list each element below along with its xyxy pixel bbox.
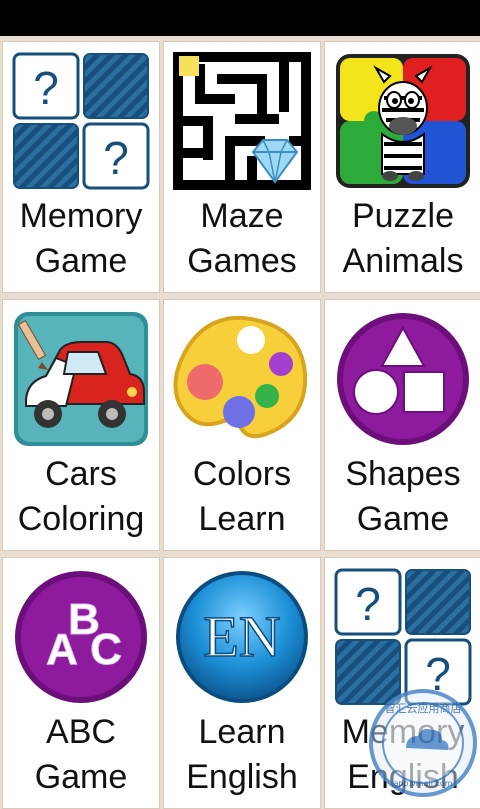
maze-icon [173,52,311,190]
tile-colors-learn[interactable]: Colors Learn [163,299,321,551]
svg-text:app.vmall.com: app.vmall.com [393,779,452,788]
tile-puzzle-animals[interactable]: Puzzle Animals [324,41,480,293]
tile-label: Maze Games [187,197,297,280]
tile-memory-game[interactable]: ? ? Memory Game [2,41,160,293]
shapes-icon [334,310,472,448]
tile-label: Memory Game [19,197,143,280]
svg-text:智汇云应用商店: 智汇云应用商店 [385,701,462,715]
palette-icon [173,310,311,448]
svg-text:C: C [90,625,122,674]
games-grid: ? ? Memory Game Maze Games Puzzle Animal… [0,36,480,809]
svg-text:EN: EN [203,604,280,669]
tile-abc-game[interactable]: A B C ABC Game [2,557,160,809]
tile-maze-games[interactable]: Maze Games [163,41,321,293]
watermark-badge: 智汇云应用商店 app.vmall.com [368,688,478,798]
car-coloring-icon [12,310,150,448]
en-icon: EN [173,568,311,706]
memory-cards-icon: ? ? [334,568,472,706]
tile-learn-english[interactable]: EN Learn English [163,557,321,809]
tile-label: Shapes Game [345,455,461,538]
tile-label: Colors Learn [192,455,292,538]
tile-label: Cars Coloring [17,455,145,538]
memory-cards-icon: ? ? [12,52,150,190]
svg-text:?: ? [33,62,59,114]
abc-icon: A B C [12,568,150,706]
status-bar [0,0,480,36]
zebra-puzzle-icon [334,52,472,190]
tile-shapes-game[interactable]: Shapes Game [324,299,480,551]
svg-text:?: ? [103,132,129,184]
svg-text:?: ? [355,578,381,630]
tile-cars-coloring[interactable]: Cars Coloring [2,299,160,551]
tile-label: Puzzle Animals [342,197,464,280]
tile-label: ABC Game [34,713,128,796]
tile-label: Learn English [186,713,298,796]
